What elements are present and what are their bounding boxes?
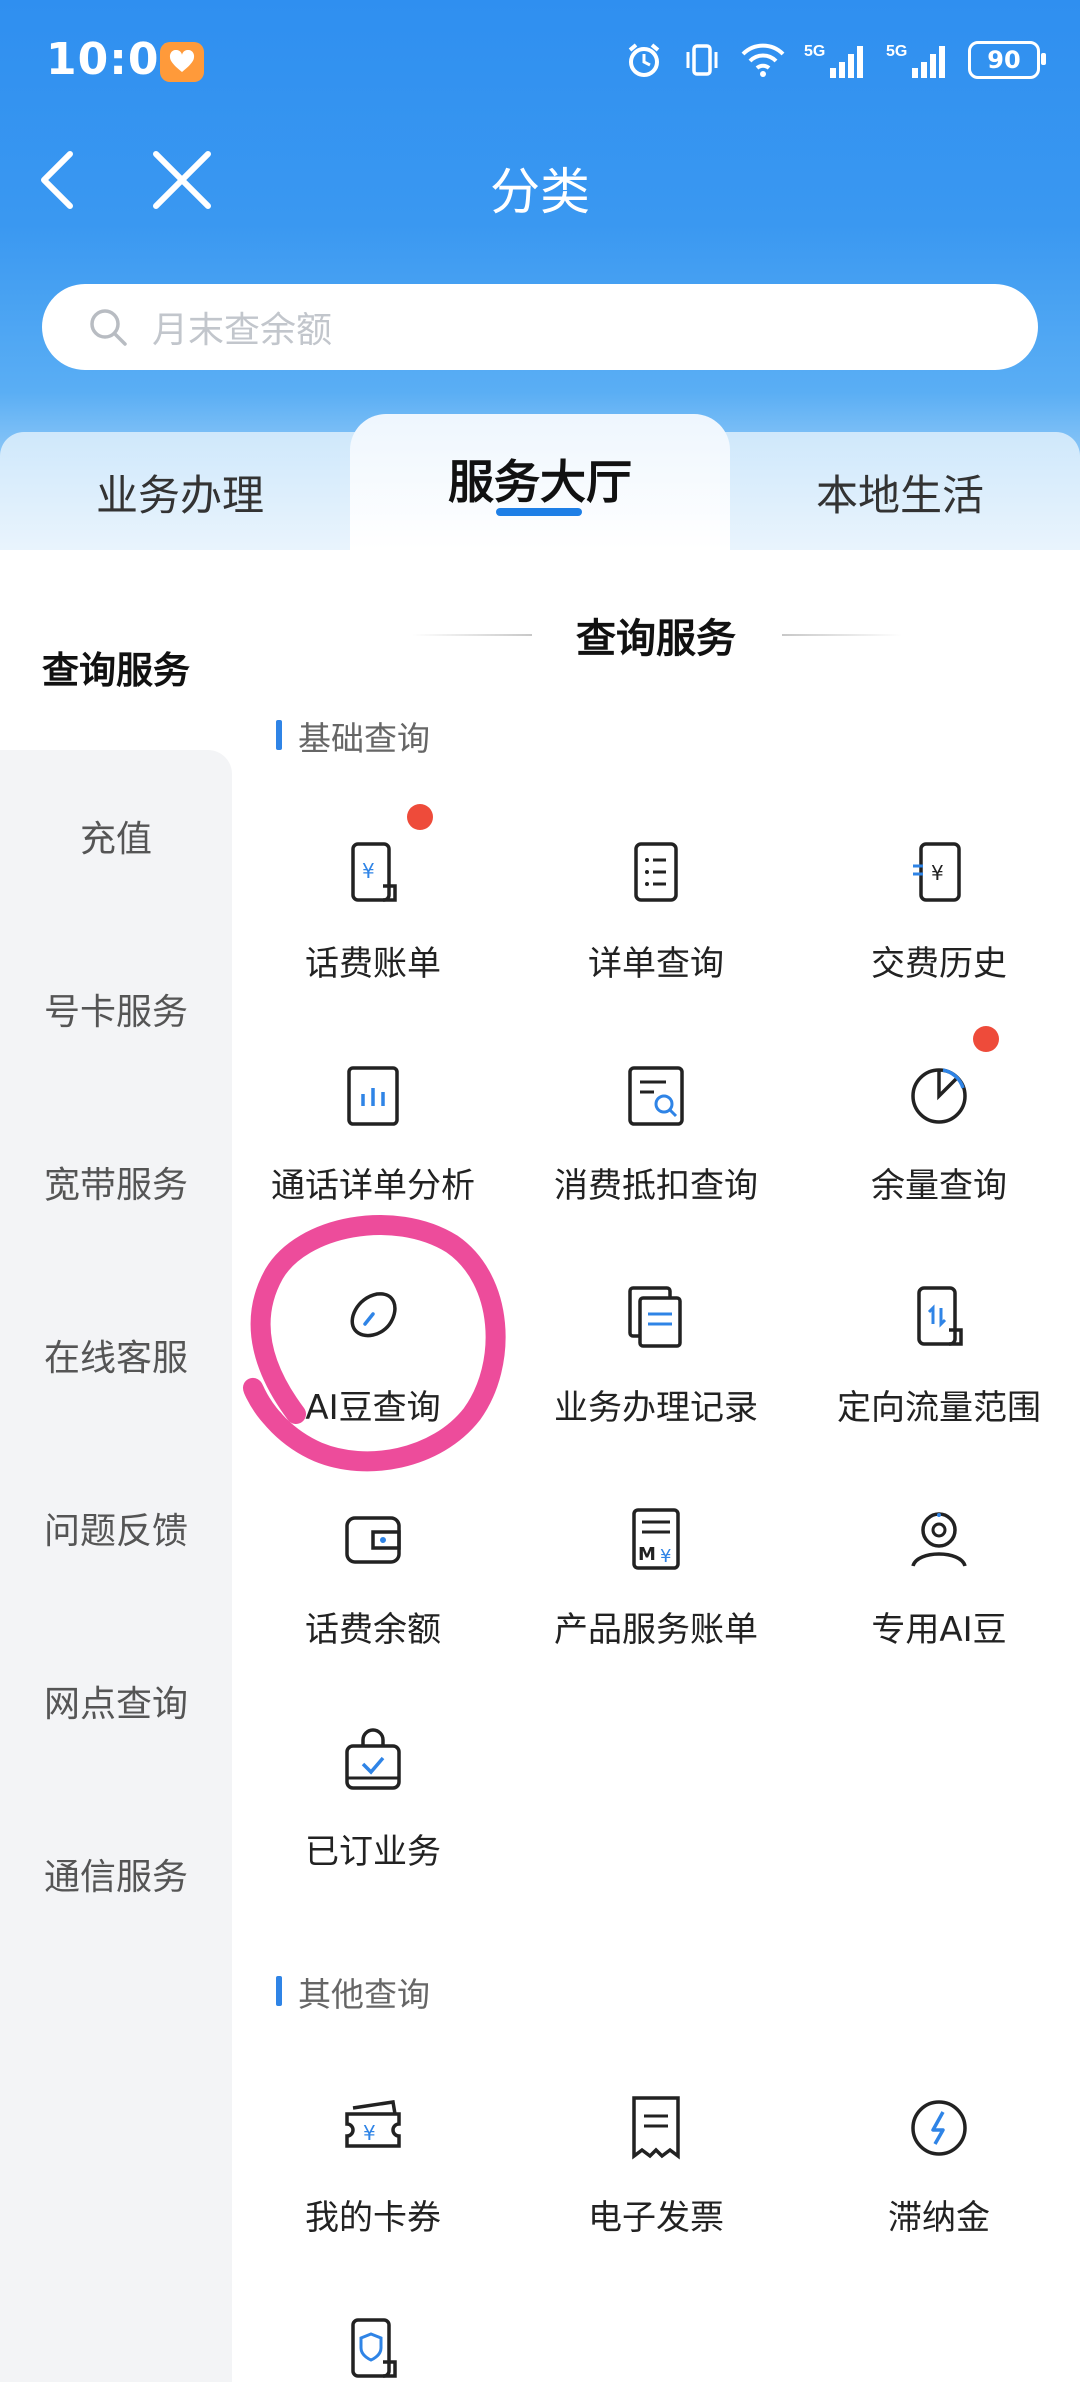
item-balance-query[interactable]: 余量查询 <box>798 1062 1080 1262</box>
item-deduction-query[interactable]: 消费抵扣查询 <box>515 1062 797 1262</box>
item-phone-balance[interactable]: 话费余额 <box>232 1506 514 1706</box>
item-label: 交费历史 <box>871 944 1007 984</box>
item-directed-data[interactable]: 定向流量范围 <box>798 1284 1080 1484</box>
sidebar-item-feedback[interactable]: 问题反馈 <box>0 1502 232 1554</box>
tab-service-hall[interactable]: 服务大厅 <box>360 446 720 512</box>
data-transfer-icon <box>917 1286 963 1346</box>
item-label: 定向流量范围 <box>837 1388 1041 1428</box>
item-product-bill[interactable]: M ¥ 产品服务账单 <box>515 1506 797 1706</box>
item-label: 专用AI豆 <box>871 1610 1007 1650</box>
svg-text:5G: 5G <box>804 43 825 60</box>
signal-5g-icon-2: 5G <box>886 43 945 78</box>
coupon-icon: ¥ <box>345 2100 401 2148</box>
sidebar-item-telecom[interactable]: 通信服务 <box>0 1848 232 1900</box>
item-business-records[interactable]: 业务办理记录 <box>515 1284 797 1484</box>
item-detail-query[interactable]: 详单查询 <box>515 840 797 1040</box>
annotation-circle <box>242 1215 506 1472</box>
heart-app-icon <box>160 42 204 82</box>
sidebar-item-broadband[interactable]: 宽带服务 <box>0 1156 232 1208</box>
svg-text:¥: ¥ <box>660 1546 671 1567</box>
lightning-icon <box>911 2100 967 2156</box>
item-label: 业务办理记录 <box>554 1388 758 1428</box>
active-tab-indicator <box>496 508 582 516</box>
svg-text:M: M <box>638 1544 656 1565</box>
item-label: 产品服务账单 <box>554 1610 758 1650</box>
item-label: 已订业务 <box>305 1832 441 1872</box>
page-title: 分类 <box>490 163 590 221</box>
phone-bill-icon: ¥ <box>351 842 397 902</box>
wifi-icon <box>741 43 785 77</box>
list-doc-icon <box>634 842 678 902</box>
category-tabs: 业务办理 服务大厅 本地生活 <box>0 414 1080 550</box>
tab-business[interactable]: 业务办理 <box>0 462 360 523</box>
item-label: 详单查询 <box>588 944 724 984</box>
item-e-invoice[interactable]: 电子发票 <box>515 2094 797 2294</box>
tab-local-life[interactable]: 本地生活 <box>720 462 1080 523</box>
item-label: 话费账单 <box>305 944 441 984</box>
item-late-fee[interactable]: 滞纳金 <box>798 2094 1080 2294</box>
content-area: 查询服务 充值 号卡服务 宽带服务 在线客服 问题反馈 网点查询 通信服务 查询… <box>0 550 1080 2382</box>
item-label: 滞纳金 <box>888 2198 990 2238</box>
nav-bar: 分类 <box>0 130 1080 230</box>
shield-doc-icon <box>351 2318 397 2378</box>
alarm-icon <box>628 43 660 77</box>
sidebar-item-online-support[interactable]: 在线客服 <box>0 1329 232 1381</box>
wallet-icon <box>345 1516 401 1564</box>
group-label-basic: 基础查询 <box>298 719 430 758</box>
vibrate-icon <box>686 44 718 76</box>
search-icon <box>90 309 127 346</box>
search-bar[interactable]: 月末查余额 <box>42 284 1038 370</box>
svg-text:¥: ¥ <box>931 861 944 885</box>
svg-text:¥: ¥ <box>362 859 375 883</box>
item-subscribed-services[interactable]: 已订业务 <box>232 1728 514 1928</box>
battery-indicator: 90 <box>968 41 1046 79</box>
item-my-coupons[interactable]: ¥ 我的卡券 <box>232 2094 514 2294</box>
notification-dot <box>973 1026 999 1052</box>
item-label: 话费余额 <box>305 1610 441 1650</box>
item-label: 我的卡券 <box>305 2198 441 2238</box>
invoice-icon <box>632 2096 680 2160</box>
user-badge-icon <box>911 1512 967 1567</box>
sidebar: 查询服务 充值 号卡服务 宽带服务 在线客服 问题反馈 网点查询 通信服务 <box>0 550 232 2382</box>
notification-dot <box>407 804 433 830</box>
signal-5g-icon: 5G <box>804 43 863 78</box>
sidebar-item-recharge[interactable]: 充值 <box>0 810 232 862</box>
svg-text:¥: ¥ <box>363 2121 376 2145</box>
svg-text:5G: 5G <box>886 43 907 60</box>
pie-chart-icon <box>911 1068 967 1124</box>
item-phone-bill[interactable]: ¥ 话费账单 <box>232 840 514 1040</box>
search-placeholder: 月末查余额 <box>152 310 333 351</box>
section-title: 查询服务 <box>576 616 736 662</box>
sidebar-item-number-card[interactable]: 号卡服务 <box>0 983 232 1035</box>
product-bill-icon: M ¥ <box>632 1508 680 1570</box>
payment-history-icon: ¥ <box>913 842 961 902</box>
search-doc-icon <box>628 1066 684 1126</box>
item-label: 消费抵扣查询 <box>554 1166 758 1206</box>
item-dedicated-ai-bean[interactable]: 专用AI豆 <box>798 1506 1080 1706</box>
status-bar: 10:01 5G 5G 90 <box>0 0 1080 120</box>
item-label: 电子发票 <box>588 2198 724 2238</box>
group-label-other: 其他查询 <box>298 1975 430 2014</box>
item-label: 余量查询 <box>871 1166 1007 1206</box>
bar-chart-icon <box>347 1066 399 1126</box>
item-label: 通话详单分析 <box>271 1166 475 1206</box>
sidebar-item-query[interactable]: 查询服务 <box>0 640 232 694</box>
item-shield-doc[interactable] <box>232 2316 514 2382</box>
subscribed-bag-icon <box>345 1728 401 1790</box>
item-payment-history[interactable]: ¥ 交费历史 <box>798 840 1080 1040</box>
records-icon <box>628 1286 682 1348</box>
sidebar-item-outlets[interactable]: 网点查询 <box>0 1675 232 1727</box>
